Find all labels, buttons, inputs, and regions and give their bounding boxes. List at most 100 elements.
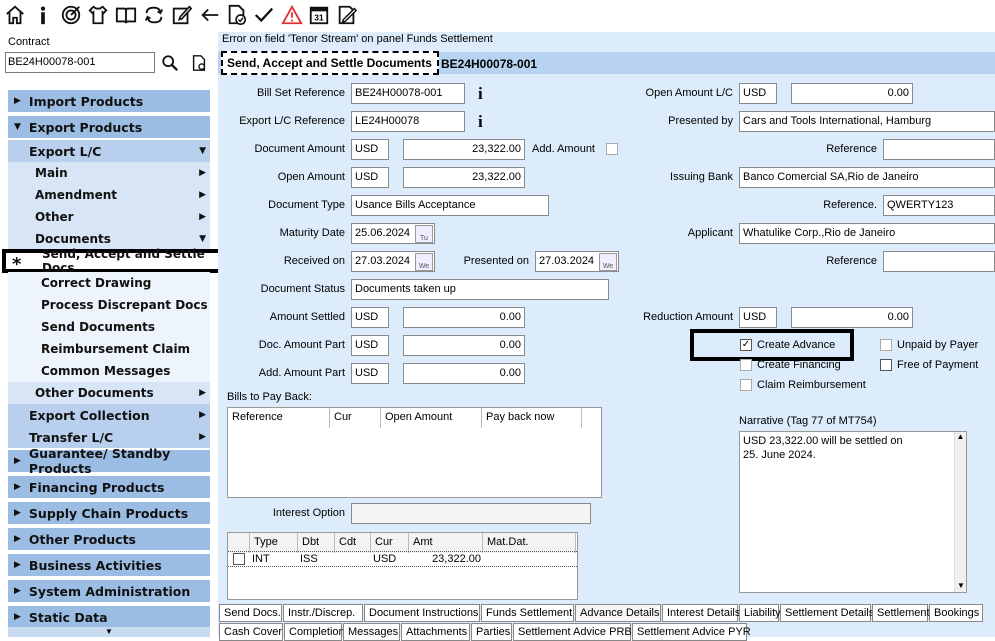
column-header[interactable]: Cur [371,533,409,553]
tab[interactable]: Instr./Discrep. [283,604,363,622]
bills-to-pay-back-table[interactable]: Reference Cur Open Amount Pay back now [227,407,602,498]
applicant-field[interactable]: Whatulike Corp.,Rio de Janeiro [739,223,995,244]
sidebar-item[interactable]: Process Discrepant Docs [8,294,210,316]
transfer-icon[interactable] [142,3,166,27]
reference-field[interactable] [883,251,995,272]
row-checkbox[interactable] [233,553,245,565]
sidebar-item[interactable]: ▶ Import Products [8,90,210,112]
bill-set-reference-field[interactable]: BE24H00078-001 [351,83,465,104]
sidebar-item[interactable]: ▼ Export Products [8,116,210,138]
tab[interactable]: Completion [284,623,345,641]
table-row[interactable]: INT ISS USD 23,322.00 [228,551,577,567]
tab[interactable]: Send Docs. [219,604,282,622]
sidebar-item[interactable]: Amendment ▶ [8,184,210,206]
create-financing-checkbox[interactable] [740,359,752,371]
warning-icon[interactable] [280,3,304,27]
reference-field[interactable] [883,139,995,160]
amount-settled-field[interactable]: 0.00 [403,307,525,328]
sidebar-item[interactable]: Export Collection ▶ [8,404,210,426]
doc-amount-part-currency[interactable]: USD [351,335,389,356]
reduction-amount-currency[interactable]: USD [739,307,777,328]
scroll-down-button[interactable]: ▼ [8,627,210,637]
document-type-field[interactable]: Usance Bills Acceptance [351,195,549,216]
sidebar-item[interactable]: ▶ Static Data [8,606,210,628]
narrative-scrollbar[interactable]: ▲ ▼ [954,432,966,592]
column-header[interactable]: Dbt [298,533,335,553]
info-icon[interactable]: i [478,112,483,132]
tab[interactable]: Interest Details [662,604,740,622]
panel-title-button[interactable]: Send, Accept and Settle Documents [221,51,439,75]
open-amount-field[interactable]: 23,322.00 [403,167,525,188]
info-icon[interactable]: i [478,84,483,104]
document-check-icon[interactable] [225,3,249,27]
checkmark-icon[interactable] [252,3,276,27]
sidebar-item[interactable]: ▶ Guarantee/ Standby Products [8,446,210,476]
calendar-icon[interactable]: Tu [415,225,433,243]
free-of-payment-checkbox[interactable] [880,359,892,371]
column-header[interactable]: Type [250,533,298,553]
target-icon[interactable] [59,3,83,27]
sidebar-item[interactable]: ▶ Business Activities [8,554,210,576]
narrative-textarea[interactable]: USD 23,322.00 will be settled on 25. Jun… [739,431,967,593]
tab[interactable]: Bookings [929,604,983,622]
unpaid-by-payer-checkbox[interactable] [880,339,892,351]
open-amount-currency[interactable]: USD [351,167,389,188]
tab[interactable]: Settlement [872,604,930,622]
sidebar-item[interactable]: Send Documents [8,316,210,338]
book-icon[interactable] [114,3,138,27]
claim-reimbursement-checkbox[interactable] [740,379,752,391]
edit-icon[interactable] [170,3,194,27]
document-amount-field[interactable]: 23,322.00 [403,139,525,160]
signature-icon[interactable] [335,3,359,27]
sidebar-item[interactable]: Correct Drawing [8,272,210,294]
column-header[interactable]: Pay back now [482,408,582,428]
column-header[interactable]: Amt [409,533,483,553]
tab[interactable]: Liability [739,604,781,622]
add-amount-part-currency[interactable]: USD [351,363,389,384]
column-header[interactable]: Reference [228,408,330,428]
tab[interactable]: Parties [471,623,512,641]
tab[interactable]: Cash Cover [219,623,283,641]
calendar-icon[interactable]: We [415,253,433,271]
sidebar-item[interactable]: ▶ Other Products [8,528,210,550]
sidebar-item[interactable]: Send, Accept and Settle Docs * [2,247,234,275]
sidebar-item[interactable]: Transfer L/C ▶ [8,426,210,448]
sidebar-item[interactable]: Reimbursement Claim [8,338,210,360]
column-header[interactable]: Open Amount [381,408,482,428]
open-amount-lc-field[interactable]: 0.00 [791,83,913,104]
sidebar-item[interactable]: ▶ System Administration [8,580,210,602]
reference-field[interactable]: QWERTY123 [883,195,995,216]
tab[interactable]: Messages [343,623,400,641]
issuing-bank-field[interactable]: Banco Comercial SA,Rio de Janeiro [739,167,995,188]
search-icon[interactable] [161,54,179,72]
add-amount-checkbox[interactable] [606,143,618,155]
open-amount-lc-currency[interactable]: USD [739,83,777,104]
back-arrow-icon[interactable] [198,3,222,27]
doc-amount-part-field[interactable]: 0.00 [403,335,525,356]
sidebar-item[interactable]: ▶ Supply Chain Products [8,502,210,524]
settlement-table[interactable]: Type Dbt Cdt Cur Amt Mat.Dat. INT ISS US… [227,532,578,600]
export-lc-reference-field[interactable]: LE24H00078 [351,111,465,132]
tab[interactable]: Funds Settlement [481,604,574,622]
amount-settled-currency[interactable]: USD [351,307,389,328]
presented-by-field[interactable]: Cars and Tools International, Hamburg [739,111,995,132]
sidebar-item[interactable]: Export L/C ▼ [8,140,210,162]
info-icon[interactable] [31,3,55,27]
reduction-amount-field[interactable]: 0.00 [791,307,913,328]
calendar-icon[interactable]: We [599,253,617,271]
create-advance-checkbox[interactable]: ✓ [740,339,752,351]
add-amount-part-field[interactable]: 0.00 [403,363,525,384]
column-header[interactable]: Cdt [335,533,371,553]
document-search-icon[interactable] [190,54,208,72]
contract-input[interactable]: BE24H00078-001 [5,52,155,73]
tab[interactable]: Attachments [401,623,470,641]
home-icon[interactable] [3,3,27,27]
sidebar-item[interactable]: ▶ Financing Products [8,476,210,498]
document-amount-currency[interactable]: USD [351,139,389,160]
sidebar-item[interactable]: Other Documents ▶ [8,382,210,404]
sidebar-item[interactable]: Other ▶ [8,206,210,228]
document-status-field[interactable]: Documents taken up [351,279,609,300]
tab[interactable]: Settlement Details [780,604,874,622]
shirt-icon[interactable] [86,3,110,27]
sidebar-item[interactable]: Main ▶ [8,162,210,184]
